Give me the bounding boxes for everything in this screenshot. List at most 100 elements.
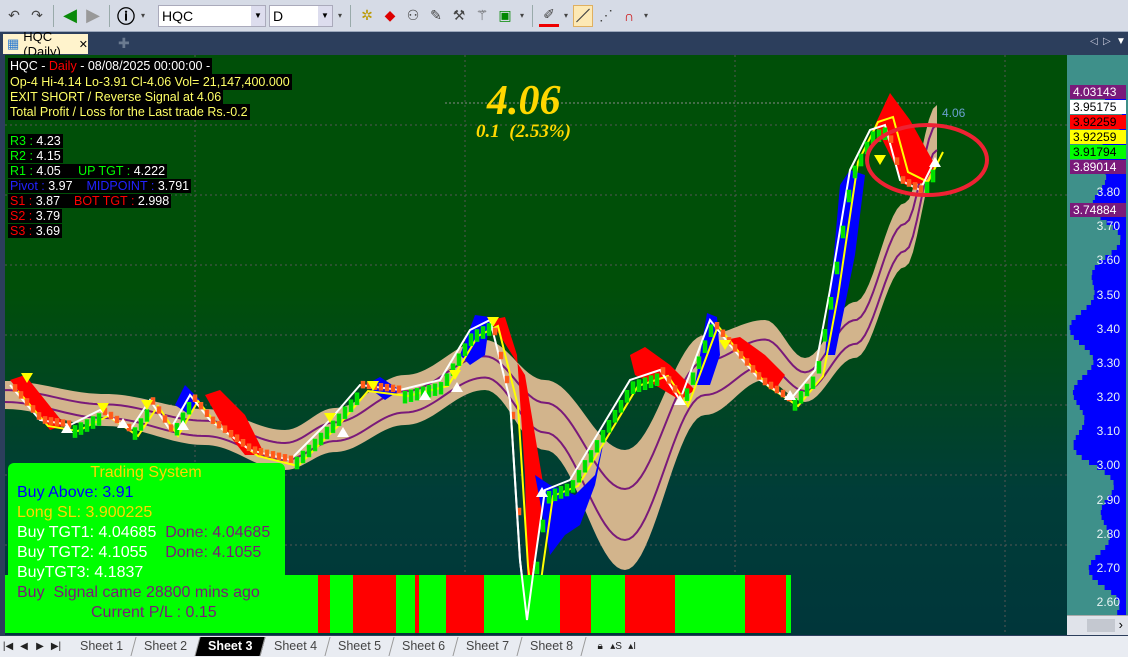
price-tick-label: 3.00: [1096, 458, 1120, 473]
bear-candle: [168, 424, 174, 432]
volume-profile-bar: [1079, 405, 1126, 410]
line-tool-icon[interactable]: ／: [573, 4, 593, 27]
ts-tgt3: BuyTGT3: 4.1837: [17, 564, 144, 581]
bear-candle: [912, 182, 918, 190]
sheet-tab[interactable]: Sheet 2: [131, 637, 201, 656]
bull-candle: [474, 329, 480, 342]
bull-candle: [588, 450, 594, 463]
symbol-combo[interactable]: HQC ▼: [158, 4, 266, 27]
bull-candle: [468, 333, 474, 346]
volume-profile-bar: [1073, 445, 1126, 450]
bull-candle: [144, 409, 150, 422]
bull-candle: [840, 225, 846, 239]
sheet-tab[interactable]: Sheet 7: [453, 637, 523, 656]
bull-candle: [456, 353, 462, 366]
scale-s-icon[interactable]: ▴S: [608, 641, 624, 652]
level-r1: R1 : 4.05 UP TGT : 4.222: [8, 164, 168, 178]
volume-profile-bar: [1119, 605, 1126, 610]
new-tab-icon[interactable]: ✚: [118, 35, 130, 52]
bull-candle: [84, 419, 90, 432]
tools-icon[interactable]: ⚒: [449, 5, 469, 27]
bull-candle: [300, 450, 306, 464]
bear-candle: [660, 367, 666, 375]
volume-profile-bar: [1084, 345, 1126, 350]
undo-icon[interactable]: ↶: [4, 5, 24, 27]
ts-long-sl: Long SL: 3.900225: [17, 504, 153, 521]
bull-candle: [600, 430, 606, 443]
volume-profile-bar: [1097, 580, 1126, 585]
bull-candle: [342, 406, 348, 420]
trading-system-panel: Trading System Buy Above: 3.91 Long SL: …: [8, 463, 285, 633]
header-signal: EXIT SHORT / Reverse Signal at 4.06: [8, 89, 224, 105]
next-sheet-icon[interactable]: ▶: [32, 641, 48, 652]
overflow-chevron-icon[interactable]: ▾: [336, 5, 344, 27]
sheet-tab[interactable]: Sheet 5: [325, 637, 395, 656]
sheet-tab-label: Sheet 5: [337, 639, 381, 653]
prev-sheet-icon[interactable]: ◀: [16, 641, 32, 652]
lock-icon[interactable]: 🔒︎: [592, 641, 608, 652]
close-icon[interactable]: ✕: [79, 38, 88, 51]
bear-candle: [30, 405, 36, 413]
wand-icon[interactable]: ⚚: [472, 5, 492, 27]
pen-color-icon[interactable]: ✐: [539, 5, 559, 27]
play-chart-icon[interactable]: ▣: [495, 5, 515, 27]
chevron-down-icon[interactable]: ▼: [1116, 36, 1126, 47]
bear-signal-segment: [415, 575, 419, 633]
bear-candle: [744, 358, 750, 366]
ts-title: Trading System: [90, 464, 202, 481]
overflow-chevron-icon[interactable]: ▾: [518, 5, 526, 27]
price-tick-label: 2.80: [1096, 526, 1120, 541]
notes-icon[interactable]: ✎: [426, 5, 446, 27]
bull-candle: [186, 402, 192, 415]
chevron-down-icon[interactable]: ▾: [562, 5, 570, 27]
bear-candle: [732, 344, 738, 352]
bear-candle: [504, 375, 510, 384]
sheet-tab[interactable]: Sheet 6: [389, 637, 459, 656]
price-tick-label: 3.70: [1096, 219, 1120, 234]
analysis-icon[interactable]: ✲: [357, 5, 377, 27]
volume-profile-bar: [1084, 415, 1126, 420]
interval-value: D: [273, 7, 284, 24]
sheet-tab[interactable]: Sheet 1: [67, 637, 137, 656]
bear-candle: [918, 185, 924, 193]
bull-candle: [630, 381, 636, 394]
volume-profile-bar: [1089, 350, 1126, 355]
chevron-down-icon[interactable]: ▼: [251, 5, 265, 26]
bull-candle: [402, 391, 408, 404]
volume-profile-bar: [1100, 550, 1126, 555]
first-sheet-icon[interactable]: |◀: [0, 641, 16, 652]
bull-candle: [642, 377, 648, 390]
sheet-tab[interactable]: Sheet 4: [261, 637, 331, 656]
sheet-tab[interactable]: Sheet 3: [195, 637, 267, 656]
magnet-icon[interactable]: ∩: [619, 5, 639, 27]
bear-candle: [492, 327, 498, 336]
bear-candle: [54, 418, 60, 426]
header-title: HQC - Daily - 08/08/2025 00:00:00 -: [8, 58, 213, 74]
tab-hqc-daily[interactable]: ▦ HQC (Daily) ✕: [3, 29, 88, 59]
chevron-down-icon[interactable]: ▼: [318, 5, 332, 26]
scrollbar-horizontal[interactable]: ›: [1067, 615, 1128, 635]
scroll-right-icon[interactable]: ▷: [1103, 36, 1111, 47]
bull-candle: [324, 426, 330, 440]
sheet-tab[interactable]: Sheet 8: [517, 637, 587, 656]
price-axis[interactable]: 3.80 3.70 3.60 3.50 3.40 3.30 3.20 3.10 3.00 2.90…: [1067, 55, 1128, 635]
bull-candle: [624, 390, 630, 403]
bull-candle: [606, 420, 612, 433]
scroll-left-icon[interactable]: ◁: [1090, 36, 1098, 47]
scale-i-icon[interactable]: ▴I: [624, 641, 640, 652]
redo-icon[interactable]: ↷: [27, 5, 47, 27]
back-icon[interactable]: ◀: [60, 5, 80, 27]
last-sheet-icon[interactable]: ▶|: [48, 641, 64, 652]
overflow-chevron-icon[interactable]: ▾: [642, 5, 650, 27]
forward-icon[interactable]: ▶: [83, 5, 103, 27]
bear-candle: [714, 322, 720, 330]
glasses-icon[interactable]: ⚇: [403, 5, 423, 27]
ts-tgt2: Buy TGT2: 4.1055 Done: 4.1055: [17, 544, 262, 561]
bear-candle: [762, 377, 768, 386]
interval-combo[interactable]: D ▼: [269, 4, 333, 27]
dotted-line-icon[interactable]: ⋰: [596, 5, 616, 27]
overflow-chevron-icon[interactable]: ▾: [139, 5, 147, 27]
sheet-tab-label: Sheet 7: [465, 639, 510, 653]
diamonds-icon[interactable]: ◆: [380, 5, 400, 27]
info-icon[interactable]: ⓘ: [116, 5, 136, 27]
